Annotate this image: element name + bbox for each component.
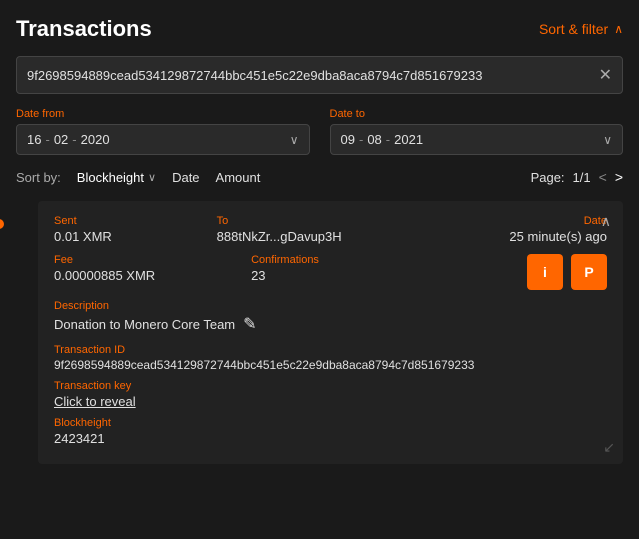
tx-description-label: Description <box>54 300 607 312</box>
date-from-year: 2020 <box>81 132 110 147</box>
proof-icon: P <box>584 264 593 280</box>
sort-blockheight-button[interactable]: Blockheight ∨ <box>77 170 156 185</box>
sort-filter-button[interactable]: Sort & filter ∧ <box>539 21 623 37</box>
tx-id-value: 9f2698594889cead534129872744bbc451e5c22e… <box>54 358 607 372</box>
next-page-button[interactable]: > <box>615 169 623 185</box>
tx-confirmations-value: 23 <box>251 268 527 283</box>
tx-fee-value: 0.00000885 XMR <box>54 268 251 283</box>
tx-key-reveal-button[interactable]: Click to reveal <box>54 394 136 409</box>
prev-page-button[interactable]: < <box>599 169 607 185</box>
date-from-sep2: - <box>72 132 76 147</box>
sort-filter-label: Sort & filter <box>539 21 608 37</box>
tx-fee-col: Fee 0.00000885 XMR <box>54 254 251 283</box>
tx-blockheight-value: 2423421 <box>54 431 607 446</box>
tx-second-row: Fee 0.00000885 XMR Confirmations 23 i P <box>54 254 607 290</box>
tx-confirmations-label: Confirmations <box>251 254 527 266</box>
clear-search-icon[interactable]: ✕ <box>599 65 612 85</box>
date-to-month: 08 <box>367 132 381 147</box>
page-header: Transactions Sort & filter ∧ <box>16 16 623 42</box>
sort-amount-label: Amount <box>216 170 261 185</box>
page-title: Transactions <box>16 16 152 42</box>
tx-to-col: To 888tNkZr...gDavup3H <box>217 215 445 244</box>
search-input[interactable] <box>27 68 591 83</box>
tx-fee-label: Fee <box>54 254 251 266</box>
date-to-parts: 09 - 08 - 2021 <box>341 132 604 147</box>
tx-id-label: Transaction ID <box>54 344 607 356</box>
sort-date-label: Date <box>172 170 199 185</box>
sort-amount-button[interactable]: Amount <box>216 170 261 185</box>
sort-date-button[interactable]: Date <box>172 170 199 185</box>
tx-amount: 0.01 XMR <box>54 229 217 244</box>
resize-handle-icon: ↙ <box>603 439 615 456</box>
tx-key-label: Transaction key <box>54 380 607 392</box>
tx-description-row: Donation to Monero Core Team ✎ <box>54 314 607 334</box>
date-filters: Date from 16 - 02 - 2020 ∨ Date to 09 - … <box>16 108 623 155</box>
tx-main-row: Sent 0.01 XMR To 888tNkZr...gDavup3H Dat… <box>54 215 607 244</box>
tx-to-address: 888tNkZr...gDavup3H <box>217 229 445 244</box>
tx-blockheight-section: Blockheight 2423421 <box>54 417 607 446</box>
date-from-parts: 16 - 02 - 2020 <box>27 132 290 147</box>
transaction-status-dot <box>0 219 4 229</box>
sort-row: Sort by: Blockheight ∨ Date Amount Page:… <box>16 169 623 185</box>
tx-type-label: Sent <box>54 215 217 227</box>
search-bar: ✕ <box>16 56 623 94</box>
sort-by-label: Sort by: <box>16 170 61 185</box>
transaction-card: ∧ Sent 0.01 XMR To 888tNkZr...gDavup3H D… <box>38 201 623 464</box>
tx-date-label: Date <box>444 215 607 227</box>
date-to-group: Date to 09 - 08 - 2021 ∨ <box>330 108 624 155</box>
date-from-month: 02 <box>54 132 68 147</box>
tx-description-section: Description Donation to Monero Core Team… <box>54 300 607 334</box>
tx-info-button[interactable]: i <box>527 254 563 290</box>
tx-key-section: Transaction key Click to reveal <box>54 380 607 409</box>
tx-action-icons: i P <box>527 254 607 290</box>
date-from-day: 16 <box>27 132 41 147</box>
sort-blockheight-label: Blockheight <box>77 170 144 185</box>
info-icon: i <box>543 264 547 280</box>
date-from-input[interactable]: 16 - 02 - 2020 ∨ <box>16 124 310 155</box>
edit-description-icon[interactable]: ✎ <box>243 314 256 334</box>
tx-sent-col: Sent 0.01 XMR <box>54 215 217 244</box>
date-to-input[interactable]: 09 - 08 - 2021 ∨ <box>330 124 624 155</box>
date-from-sep1: - <box>45 132 49 147</box>
tx-description-value: Donation to Monero Core Team <box>54 317 235 332</box>
date-to-day: 09 <box>341 132 355 147</box>
collapse-icon[interactable]: ∧ <box>601 213 611 230</box>
date-to-sep2: - <box>386 132 390 147</box>
sort-filter-chevron-icon: ∧ <box>614 22 623 36</box>
sort-blockheight-chevron-icon: ∨ <box>148 171 156 184</box>
date-from-group: Date from 16 - 02 - 2020 ∨ <box>16 108 310 155</box>
date-from-chevron-icon: ∨ <box>290 133 299 147</box>
tx-date-col: Date 25 minute(s) ago <box>444 215 607 244</box>
tx-id-section: Transaction ID 9f2698594889cead534129872… <box>54 344 607 372</box>
tx-date-value: 25 minute(s) ago <box>444 229 607 244</box>
tx-confirmations-col: Confirmations 23 <box>251 254 527 283</box>
tx-blockheight-label: Blockheight <box>54 417 607 429</box>
page-value: 1/1 <box>573 170 591 185</box>
date-from-label: Date from <box>16 108 310 120</box>
tx-to-label: To <box>217 215 445 227</box>
tx-proof-button[interactable]: P <box>571 254 607 290</box>
date-to-year: 2021 <box>394 132 423 147</box>
date-to-sep1: - <box>359 132 363 147</box>
page-label: Page: <box>531 170 565 185</box>
date-to-chevron-icon: ∨ <box>603 133 612 147</box>
date-to-label: Date to <box>330 108 624 120</box>
page-info: Page: 1/1 < > <box>531 169 623 185</box>
